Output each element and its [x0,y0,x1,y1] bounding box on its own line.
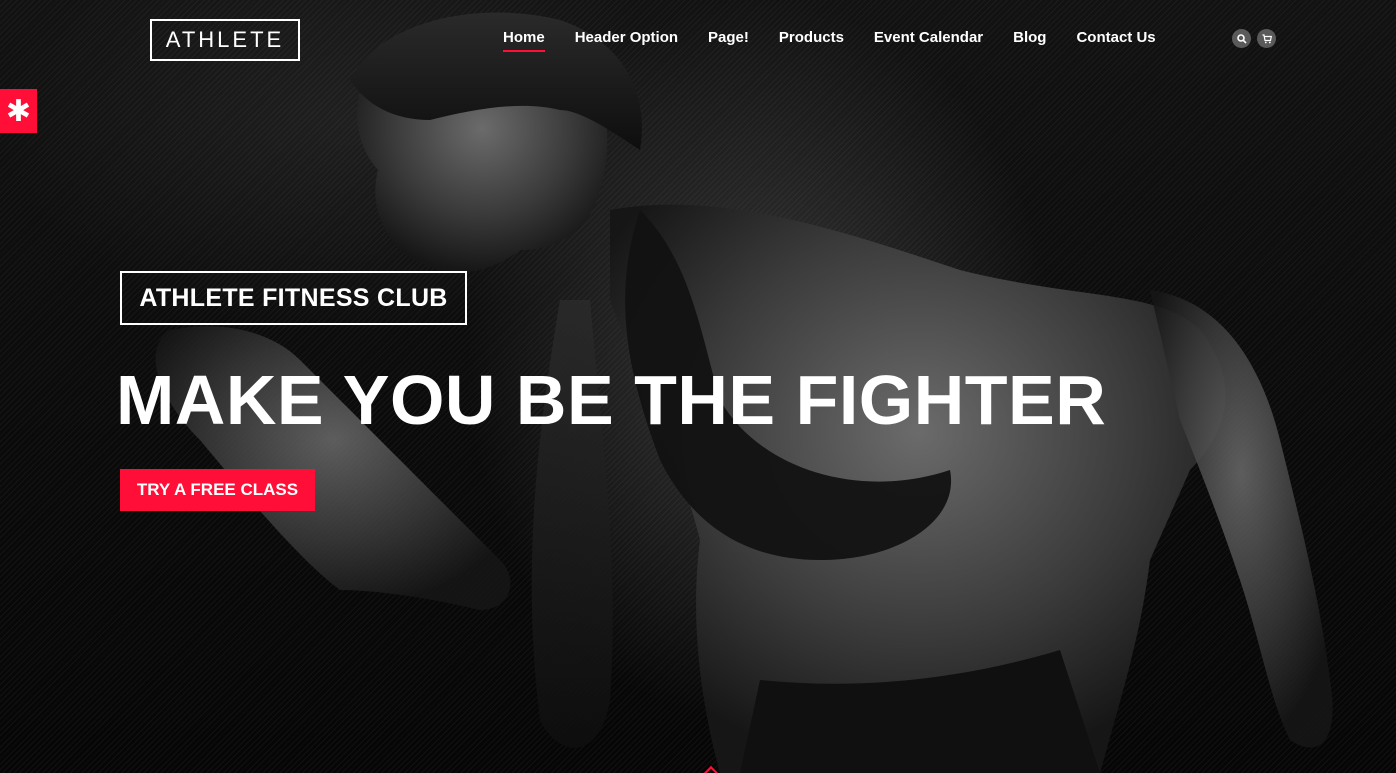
nav-item-products[interactable]: Products [779,28,844,48]
nav-item-event-calendar[interactable]: Event Calendar [874,28,983,48]
search-button[interactable] [1232,29,1251,48]
nav-item-header-option[interactable]: Header Option [575,28,678,48]
site-logo[interactable]: ATHLETE [150,19,300,61]
nav-item-home[interactable]: Home [503,28,545,52]
main-navigation: Home Header Option Page! Products Event … [503,28,1186,52]
hero-headline: MAKE YOU BE THE FIGHTER [116,361,1107,439]
nav-item-page[interactable]: Page! [708,28,749,48]
try-free-class-button[interactable]: TRY A FREE CLASS [120,469,315,511]
nav-item-contact-us[interactable]: Contact Us [1076,28,1155,48]
search-icon [1236,33,1247,44]
asterisk-icon: ✱ [5,93,32,129]
hero-subtitle-text: ATHLETE FITNESS CLUB [139,283,448,312]
nav-item-blog[interactable]: Blog [1013,28,1046,48]
hero-subtitle: ATHLETE FITNESS CLUB [120,271,467,325]
side-settings-tab[interactable]: ✱ [0,89,37,133]
hero-section: ATHLETE Home Header Option Page! Product… [0,0,1396,773]
cart-button[interactable] [1257,29,1276,48]
logo-text: ATHLETE [165,27,285,52]
cart-icon [1262,33,1272,43]
